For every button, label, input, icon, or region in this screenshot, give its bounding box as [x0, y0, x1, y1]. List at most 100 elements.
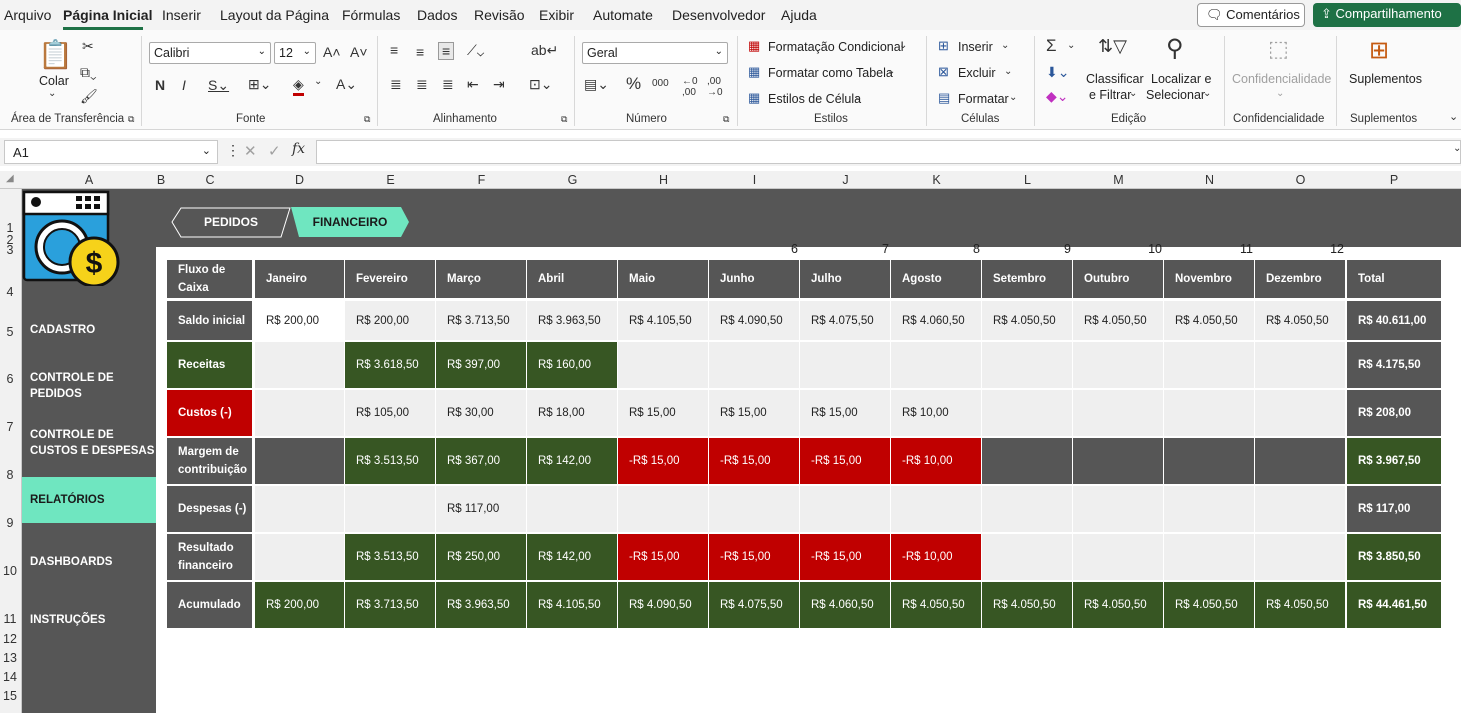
table-cell[interactable] — [982, 486, 1072, 532]
align-bottom-icon[interactable]: ≡ — [438, 42, 455, 60]
chevron-down-icon[interactable]: ⌄ — [1129, 88, 1137, 99]
row-label[interactable]: Despesas (-) — [167, 486, 252, 532]
total-cell[interactable]: R$ 4.175,50 — [1347, 342, 1441, 388]
table-cell[interactable]: R$ 200,00 — [255, 582, 344, 628]
table-cell[interactable] — [800, 486, 890, 532]
column-header[interactable]: F — [436, 173, 527, 187]
align-left-icon[interactable]: ≣ — [390, 76, 402, 93]
total-cell[interactable]: R$ 40.611,00 — [1347, 301, 1441, 340]
comments-button[interactable]: 🗨 Comentários — [1197, 3, 1305, 27]
row-label[interactable]: Acumulado — [167, 582, 252, 628]
table-cell[interactable]: R$ 4.050,50 — [982, 301, 1072, 340]
table-cell[interactable] — [255, 438, 344, 484]
name-box[interactable]: A1 ⌄ — [4, 140, 218, 164]
table-cell[interactable]: R$ 15,00 — [618, 390, 708, 436]
sidebar-item-cadastro[interactable]: CADASTRO — [30, 322, 95, 338]
table-cell[interactable]: R$ 200,00 — [255, 301, 344, 340]
sidebar-item-controle-pedidos[interactable]: CONTROLE DE PEDIDOS — [30, 370, 140, 402]
number-format-select[interactable]: Geral ⌄ — [582, 42, 728, 64]
table-cell[interactable]: R$ 142,00 — [527, 534, 617, 580]
table-cell[interactable] — [1164, 534, 1254, 580]
find-select-button-line1[interactable]: Localizar e — [1151, 72, 1211, 86]
column-header[interactable]: A — [22, 173, 156, 187]
column-header[interactable]: E — [345, 173, 436, 187]
table-cell[interactable]: R$ 4.050,50 — [1073, 301, 1163, 340]
increase-indent-icon[interactable]: ⇥ — [493, 76, 505, 93]
month-header[interactable]: Fevereiro — [345, 260, 435, 298]
table-cell[interactable] — [527, 486, 617, 532]
decrease-indent-icon[interactable]: ⇤ — [467, 76, 479, 93]
table-cell[interactable]: R$ 4.050,50 — [1164, 582, 1254, 628]
clear-icon[interactable]: ◆⌄ — [1046, 88, 1069, 105]
table-cell[interactable] — [1073, 534, 1163, 580]
table-cell[interactable]: R$ 4.075,50 — [709, 582, 799, 628]
table-cell[interactable]: R$ 4.050,50 — [982, 582, 1072, 628]
table-cell[interactable] — [1073, 390, 1163, 436]
month-header[interactable]: Novembro — [1164, 260, 1254, 298]
chevron-down-icon[interactable]: ⌄ — [1203, 88, 1211, 99]
row-header[interactable]: 3 — [0, 243, 20, 257]
menu-exibir[interactable]: Exibir — [539, 7, 574, 23]
column-header[interactable]: L — [982, 173, 1073, 187]
column-header[interactable]: C — [166, 173, 254, 187]
menu-ajuda[interactable]: Ajuda — [781, 7, 817, 23]
more-icon[interactable]: ⋮ — [226, 142, 240, 159]
merge-center-icon[interactable]: ⊡⌄ — [529, 76, 552, 93]
borders-icon[interactable]: ⊞⌄ — [248, 76, 271, 93]
table-cell[interactable]: R$ 200,00 — [345, 301, 435, 340]
conditional-format-button[interactable]: Formatação Condicional — [768, 40, 904, 54]
table-cell[interactable]: R$ 4.105,50 — [527, 582, 617, 628]
month-header[interactable]: Janeiro — [255, 260, 344, 298]
column-header[interactable]: J — [800, 173, 891, 187]
total-cell[interactable]: R$ 117,00 — [1347, 486, 1441, 532]
table-cell[interactable]: R$ 3.618,50 — [345, 342, 435, 388]
percent-icon[interactable]: % — [626, 74, 641, 94]
table-cell[interactable]: -R$ 10,00 — [891, 438, 981, 484]
accounting-format-icon[interactable]: ▤⌄ — [584, 76, 609, 93]
table-cell[interactable]: R$ 397,00 — [436, 342, 526, 388]
chevron-down-icon[interactable]: ⌄ — [854, 92, 862, 103]
menu-layout[interactable]: Layout da Página — [220, 7, 329, 23]
increase-decimal-icon[interactable]: ←0,00 — [682, 76, 698, 98]
column-header[interactable]: G — [527, 173, 618, 187]
month-header[interactable]: Dezembro — [1255, 260, 1345, 298]
table-cell[interactable] — [982, 342, 1072, 388]
formula-input[interactable] — [316, 140, 1461, 164]
total-header[interactable]: Total — [1347, 260, 1441, 298]
table-cell[interactable]: R$ 4.090,50 — [618, 582, 708, 628]
row-header[interactable]: 12 — [0, 632, 20, 646]
table-cell[interactable]: R$ 3.963,50 — [436, 582, 526, 628]
dialog-launcher-icon[interactable]: ⧉ — [561, 114, 567, 125]
table-cell[interactable]: R$ 18,00 — [527, 390, 617, 436]
select-all-icon[interactable]: ◢ — [6, 173, 14, 184]
column-header[interactable]: K — [891, 173, 982, 187]
row-header[interactable]: 10 — [0, 564, 20, 578]
autosum-icon[interactable]: Σ — [1046, 36, 1057, 56]
month-header[interactable]: Outubro — [1073, 260, 1163, 298]
table-cell[interactable]: R$ 4.050,50 — [1255, 582, 1345, 628]
dialog-launcher-icon[interactable]: ⧉ — [723, 114, 729, 125]
month-header[interactable]: Setembro — [982, 260, 1072, 298]
table-cell[interactable]: R$ 4.075,50 — [800, 301, 890, 340]
underline-icon[interactable]: S⌄ — [208, 77, 229, 94]
function-icon[interactable]: fx — [292, 141, 305, 157]
table-cell[interactable] — [1073, 486, 1163, 532]
chevron-down-icon[interactable]: ⌄ — [1453, 143, 1461, 154]
table-cell[interactable] — [255, 534, 344, 580]
table-cell[interactable] — [255, 390, 344, 436]
row-header[interactable]: 6 — [0, 372, 20, 386]
format-as-table-button[interactable]: Formatar como Tabela — [768, 66, 893, 80]
table-cell[interactable]: -R$ 15,00 — [800, 534, 890, 580]
bold-icon[interactable]: N — [155, 77, 165, 93]
table-cell[interactable]: R$ 3.713,50 — [436, 301, 526, 340]
table-cell[interactable] — [1255, 534, 1345, 580]
total-cell[interactable]: R$ 208,00 — [1347, 390, 1441, 436]
align-top-icon[interactable]: ≡ — [390, 42, 398, 58]
row-label[interactable]: Custos (-) — [167, 390, 252, 436]
table-cell[interactable] — [1164, 438, 1254, 484]
table-cell[interactable]: R$ 3.963,50 — [527, 301, 617, 340]
table-cell[interactable]: R$ 4.105,50 — [618, 301, 708, 340]
sidebar-item-controle-custos[interactable]: CONTROLE DE CUSTOS E DESPESAS — [30, 427, 155, 459]
table-cell[interactable]: -R$ 15,00 — [709, 534, 799, 580]
font-name-select[interactable]: Calibri ⌄ — [149, 42, 271, 64]
